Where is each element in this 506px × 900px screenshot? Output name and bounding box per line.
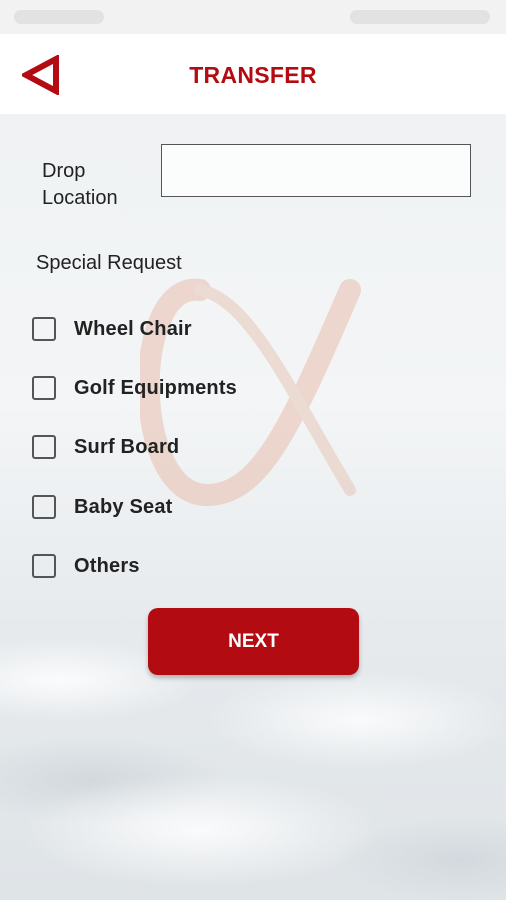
option-label: Golf Equipments <box>74 376 237 399</box>
checkbox[interactable] <box>32 376 56 400</box>
checkbox[interactable] <box>32 317 56 341</box>
checkbox[interactable] <box>32 435 56 459</box>
special-request-heading: Special Request <box>36 252 182 274</box>
drop-location-label: Drop Location <box>42 160 118 209</box>
option-baby-seat[interactable]: Baby Seat <box>32 492 173 522</box>
option-others[interactable]: Others <box>32 551 140 581</box>
status-bar <box>0 0 506 34</box>
app-header: TRANSFER <box>0 34 506 114</box>
drop-location-input[interactable] <box>161 144 471 197</box>
checkbox[interactable] <box>32 495 56 519</box>
option-wheel-chair[interactable]: Wheel Chair <box>32 314 192 344</box>
status-icons-left <box>14 10 104 24</box>
checkbox[interactable] <box>32 554 56 578</box>
option-surf-board[interactable]: Surf Board <box>32 432 179 462</box>
option-golf-equipments[interactable]: Golf Equipments <box>32 373 237 403</box>
option-label: Wheel Chair <box>74 317 192 340</box>
option-label: Baby Seat <box>74 495 173 518</box>
page-title: TRANSFER <box>189 62 317 88</box>
next-button[interactable]: NEXT <box>148 608 359 675</box>
option-label: Surf Board <box>74 435 180 458</box>
option-label: Others <box>74 554 140 577</box>
status-icons-right <box>350 10 490 24</box>
